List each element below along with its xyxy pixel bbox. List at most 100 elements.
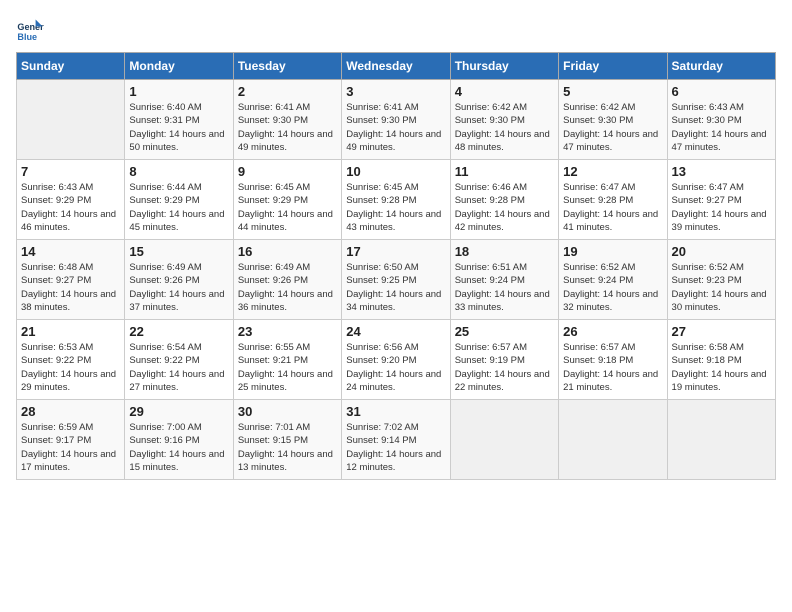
calendar-cell: 13 Sunrise: 6:47 AMSunset: 9:27 PMDayligh… [667,160,775,240]
calendar-cell: 2 Sunrise: 6:41 AMSunset: 9:30 PMDaylight… [233,80,341,160]
cell-info: Sunrise: 6:57 AMSunset: 9:18 PMDaylight:… [563,341,662,394]
cell-info: Sunrise: 6:47 AMSunset: 9:27 PMDaylight:… [672,181,771,234]
calendar-cell: 12 Sunrise: 6:47 AMSunset: 9:28 PMDayligh… [559,160,667,240]
day-number: 23 [238,324,337,339]
calendar-cell: 21Sunrise: 6:53 AMSunset: 9:22 PMDayligh… [17,320,125,400]
cell-info: Sunrise: 6:46 AMSunset: 9:28 PMDaylight:… [455,181,554,234]
cell-info: Sunrise: 6:42 AMSunset: 9:30 PMDaylight:… [455,101,554,154]
day-number: 9 [238,164,337,179]
calendar-cell: 22 Sunrise: 6:54 AMSunset: 9:22 PMDayligh… [125,320,233,400]
day-number: 31 [346,404,445,419]
logo-icon: General Blue [16,16,44,44]
calendar-cell: 30 Sunrise: 7:01 AMSunset: 9:15 PMDayligh… [233,400,341,480]
weekday-header-saturday: Saturday [667,53,775,80]
svg-text:General: General [17,22,44,32]
calendar-cell [450,400,558,480]
cell-info: Sunrise: 6:41 AMSunset: 9:30 PMDaylight:… [346,101,445,154]
day-number: 20 [672,244,771,259]
day-number: 11 [455,164,554,179]
cell-info: Sunrise: 6:44 AMSunset: 9:29 PMDaylight:… [129,181,228,234]
day-number: 17 [346,244,445,259]
day-number: 19 [563,244,662,259]
cell-info: Sunrise: 6:58 AMSunset: 9:18 PMDaylight:… [672,341,771,394]
day-number: 8 [129,164,228,179]
logo: General Blue [16,16,48,44]
day-number: 15 [129,244,228,259]
cell-info: Sunrise: 6:52 AMSunset: 9:24 PMDaylight:… [563,261,662,314]
weekday-header-sunday: Sunday [17,53,125,80]
svg-text:Blue: Blue [17,32,37,42]
day-number: 10 [346,164,445,179]
cell-info: Sunrise: 7:01 AMSunset: 9:15 PMDaylight:… [238,421,337,474]
weekday-header-friday: Friday [559,53,667,80]
calendar-cell: 16 Sunrise: 6:49 AMSunset: 9:26 PMDayligh… [233,240,341,320]
day-number: 7 [21,164,120,179]
calendar-cell: 28 Sunrise: 6:59 AMSunset: 9:17 PMDayligh… [17,400,125,480]
cell-info: Sunrise: 6:55 AMSunset: 9:21 PMDaylight:… [238,341,337,394]
day-number: 6 [672,84,771,99]
day-number: 13 [672,164,771,179]
cell-info: Sunrise: 6:49 AMSunset: 9:26 PMDaylight:… [129,261,228,314]
calendar-cell: 15 Sunrise: 6:49 AMSunset: 9:26 PMDayligh… [125,240,233,320]
calendar-cell: 24Sunrise: 6:56 AMSunset: 9:20 PMDayligh… [342,320,450,400]
cell-info: Sunrise: 7:02 AMSunset: 9:14 PMDaylight:… [346,421,445,474]
day-number: 14 [21,244,120,259]
cell-info: Sunrise: 6:47 AMSunset: 9:28 PMDaylight:… [563,181,662,234]
calendar-cell: 17 Sunrise: 6:50 AMSunset: 9:25 PMDayligh… [342,240,450,320]
day-number: 4 [455,84,554,99]
calendar-cell: 29 Sunrise: 7:00 AMSunset: 9:16 PMDayligh… [125,400,233,480]
cell-info: Sunrise: 6:40 AMSunset: 9:31 PMDaylight:… [129,101,228,154]
cell-info: Sunrise: 6:45 AMSunset: 9:29 PMDaylight:… [238,181,337,234]
cell-info: Sunrise: 7:00 AMSunset: 9:16 PMDaylight:… [129,421,228,474]
day-number: 3 [346,84,445,99]
cell-info: Sunrise: 6:50 AMSunset: 9:25 PMDaylight:… [346,261,445,314]
calendar-cell: 26 Sunrise: 6:57 AMSunset: 9:18 PMDayligh… [559,320,667,400]
cell-info: Sunrise: 6:48 AMSunset: 9:27 PMDaylight:… [21,261,120,314]
day-number: 26 [563,324,662,339]
day-number: 18 [455,244,554,259]
calendar-cell: 19 Sunrise: 6:52 AMSunset: 9:24 PMDayligh… [559,240,667,320]
calendar-cell: 20 Sunrise: 6:52 AMSunset: 9:23 PMDayligh… [667,240,775,320]
day-number: 1 [129,84,228,99]
calendar-cell: 4 Sunrise: 6:42 AMSunset: 9:30 PMDaylight… [450,80,558,160]
calendar-cell: 9 Sunrise: 6:45 AMSunset: 9:29 PMDaylight… [233,160,341,240]
calendar-cell: 14 Sunrise: 6:48 AMSunset: 9:27 PMDayligh… [17,240,125,320]
day-number: 16 [238,244,337,259]
day-number: 21 [21,324,120,339]
calendar-cell: 10 Sunrise: 6:45 AMSunset: 9:28 PMDayligh… [342,160,450,240]
weekday-header-wednesday: Wednesday [342,53,450,80]
calendar-table: SundayMondayTuesdayWednesdayThursdayFrid… [16,52,776,480]
cell-info: Sunrise: 6:54 AMSunset: 9:22 PMDaylight:… [129,341,228,394]
calendar-cell: 11 Sunrise: 6:46 AMSunset: 9:28 PMDayligh… [450,160,558,240]
day-number: 28 [21,404,120,419]
weekday-header-monday: Monday [125,53,233,80]
weekday-header-thursday: Thursday [450,53,558,80]
cell-info: Sunrise: 6:42 AMSunset: 9:30 PMDaylight:… [563,101,662,154]
day-number: 25 [455,324,554,339]
cell-info: Sunrise: 6:52 AMSunset: 9:23 PMDaylight:… [672,261,771,314]
cell-info: Sunrise: 6:43 AMSunset: 9:30 PMDaylight:… [672,101,771,154]
calendar-cell: 27Sunrise: 6:58 AMSunset: 9:18 PMDayligh… [667,320,775,400]
calendar-cell: 3 Sunrise: 6:41 AMSunset: 9:30 PMDaylight… [342,80,450,160]
day-number: 12 [563,164,662,179]
cell-info: Sunrise: 6:51 AMSunset: 9:24 PMDaylight:… [455,261,554,314]
cell-info: Sunrise: 6:49 AMSunset: 9:26 PMDaylight:… [238,261,337,314]
day-number: 30 [238,404,337,419]
day-number: 22 [129,324,228,339]
day-number: 2 [238,84,337,99]
page-header: General Blue [16,16,776,44]
day-number: 24 [346,324,445,339]
calendar-cell [559,400,667,480]
day-number: 29 [129,404,228,419]
cell-info: Sunrise: 6:41 AMSunset: 9:30 PMDaylight:… [238,101,337,154]
calendar-cell: 7Sunrise: 6:43 AMSunset: 9:29 PMDaylight… [17,160,125,240]
cell-info: Sunrise: 6:45 AMSunset: 9:28 PMDaylight:… [346,181,445,234]
calendar-cell: 18 Sunrise: 6:51 AMSunset: 9:24 PMDayligh… [450,240,558,320]
calendar-cell: 1 Sunrise: 6:40 AMSunset: 9:31 PMDaylight… [125,80,233,160]
calendar-cell [667,400,775,480]
weekday-header-tuesday: Tuesday [233,53,341,80]
calendar-cell: 25Sunrise: 6:57 AMSunset: 9:19 PMDayligh… [450,320,558,400]
cell-info: Sunrise: 6:59 AMSunset: 9:17 PMDaylight:… [21,421,120,474]
calendar-cell: 6 Sunrise: 6:43 AMSunset: 9:30 PMDaylight… [667,80,775,160]
calendar-cell: 8 Sunrise: 6:44 AMSunset: 9:29 PMDaylight… [125,160,233,240]
